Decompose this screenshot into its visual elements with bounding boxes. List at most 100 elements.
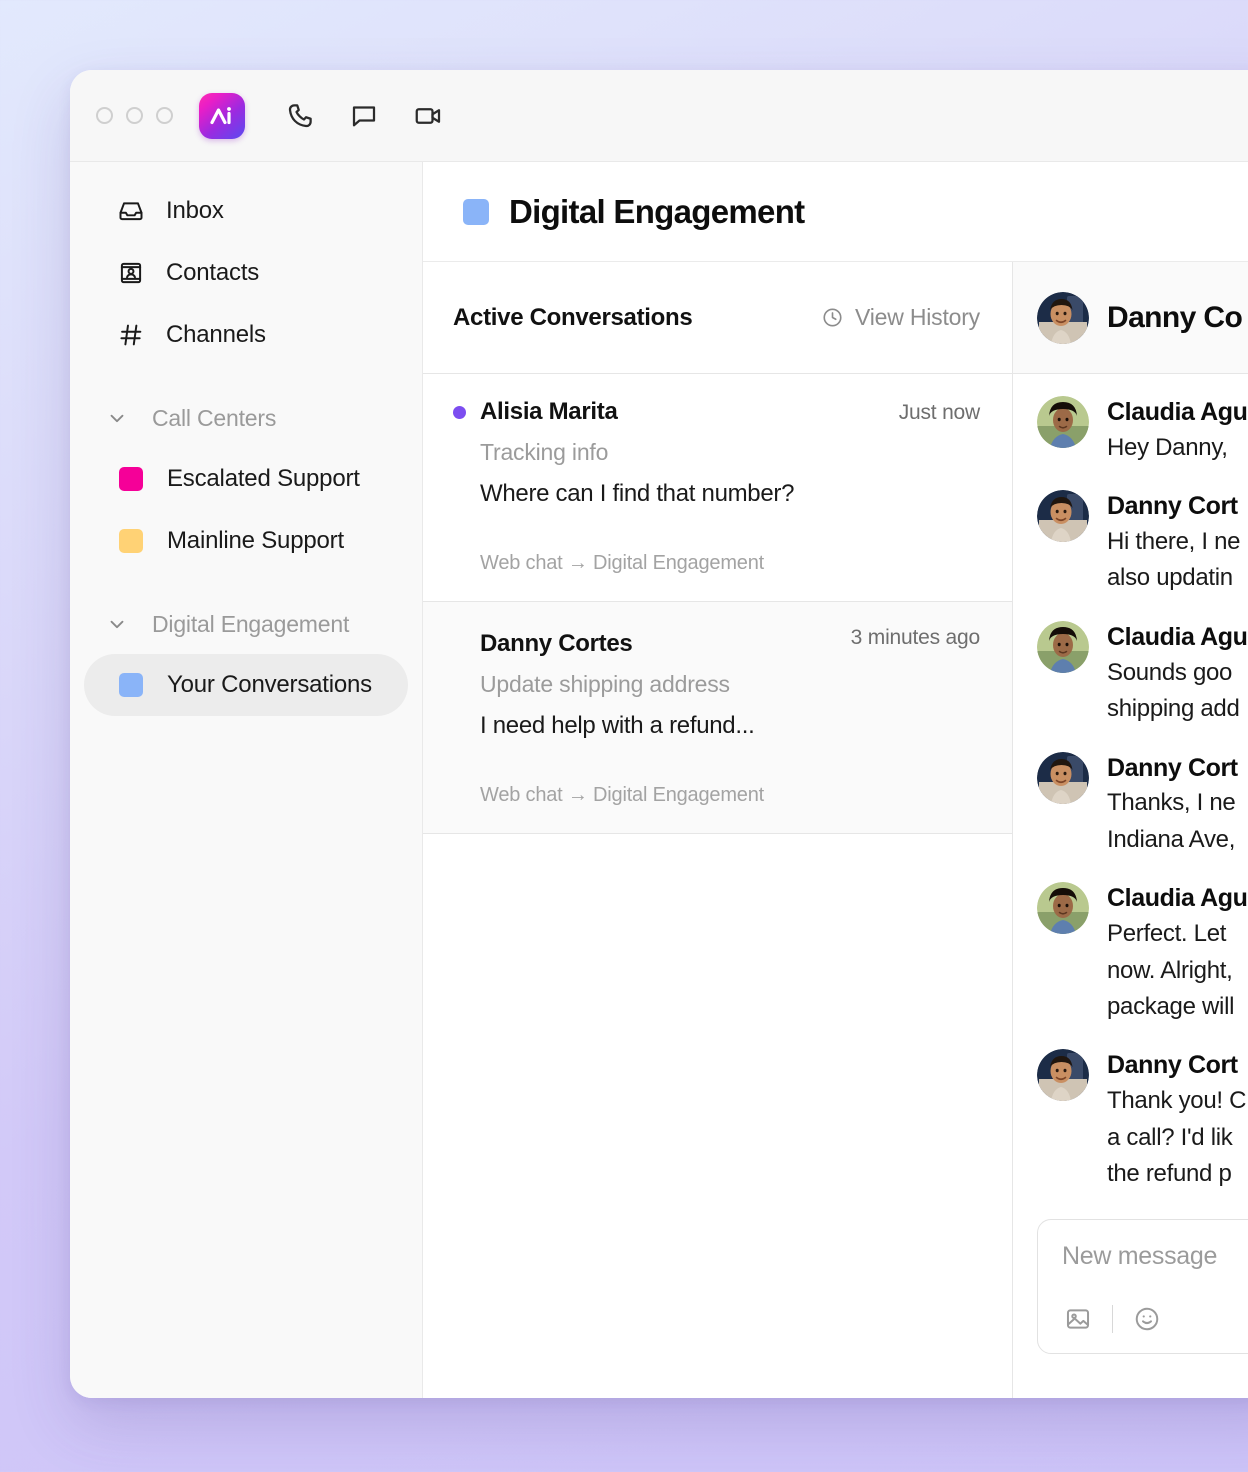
- conversation-timestamp: Just now: [898, 400, 980, 424]
- message-text: package will: [1107, 992, 1235, 1020]
- conversation-list-title: Active Conversations: [453, 303, 693, 331]
- conversation-list-pane: Active Conversations View History Alisia…: [423, 262, 1013, 1398]
- hash-icon: [116, 320, 146, 350]
- sidebar-group-label: Call Centers: [152, 404, 277, 431]
- conversation-list-item[interactable]: Danny Cortes 3 minutes ago Update shippi…: [423, 602, 1012, 834]
- sidebar-item-channels[interactable]: Channels: [84, 304, 408, 366]
- titlebar: [70, 70, 1248, 162]
- sidebar-item-label: Mainline Support: [167, 527, 344, 554]
- message-text: Hey Danny,: [1107, 433, 1228, 461]
- close-button[interactable]: [96, 107, 113, 124]
- page-title-swatch: [463, 198, 489, 225]
- message-body: Claudia Agu Perfect. Let now. Alright, p…: [1107, 882, 1248, 1025]
- sidebar-item-label: Contacts: [166, 259, 260, 286]
- avatar: [1037, 396, 1089, 448]
- message-text: the refund p: [1107, 1160, 1232, 1188]
- avatar: [1037, 490, 1089, 543]
- avatar: [1037, 620, 1089, 673]
- message-text: shipping add: [1107, 695, 1240, 723]
- contacts-icon: [116, 258, 146, 288]
- chat-header-contact-name: Danny Co: [1107, 300, 1243, 334]
- message-author: Danny Cort: [1107, 753, 1238, 782]
- message-item: Danny Cort Hi there, I ne also updatin: [1037, 490, 1248, 597]
- sidebar-item-label: Escalated Support: [167, 465, 360, 492]
- panes: Active Conversations View History Alisia…: [423, 262, 1248, 1398]
- conversation-subject: Update shipping address: [480, 671, 730, 697]
- page-header: Digital Engagement: [423, 162, 1248, 262]
- conversation-preview: Where can I find that number?: [480, 480, 795, 507]
- composer-toolbar: [1062, 1303, 1248, 1335]
- avatar: [1037, 882, 1089, 935]
- conversation-timestamp: 3 minutes ago: [850, 626, 981, 649]
- sidebar-group-call-centers[interactable]: Call Centers: [70, 388, 422, 448]
- conversation-preview: I need help with a refund...: [480, 712, 755, 739]
- color-swatch-escalated: [119, 467, 143, 491]
- message-author: Claudia Agu: [1107, 884, 1248, 913]
- minimize-button[interactable]: [126, 107, 143, 124]
- color-swatch-your-conversations: [119, 673, 143, 697]
- message-text: Thank you! C: [1107, 1087, 1247, 1115]
- window-controls: [96, 107, 173, 124]
- view-history-label: View History: [855, 304, 980, 330]
- image-icon[interactable]: [1062, 1303, 1094, 1335]
- avatar: [1037, 1049, 1089, 1102]
- composer-wrap: New message: [1013, 1219, 1248, 1398]
- app-logo-icon[interactable]: [199, 92, 245, 139]
- sidebar-item-label: Your Conversations: [167, 671, 372, 698]
- conversation-name-wrap: Danny Cortes: [453, 630, 633, 658]
- conversation-name: Danny Cortes: [480, 630, 633, 657]
- message-body: Claudia Agu Sounds goo shipping add: [1107, 621, 1248, 728]
- emoji-icon[interactable]: [1131, 1303, 1163, 1335]
- message-item: Claudia Agu Perfect. Let now. Alright, p…: [1037, 882, 1248, 1025]
- chat-icon[interactable]: [341, 93, 387, 139]
- sidebar-item-escalated-support[interactable]: Escalated Support: [84, 448, 408, 510]
- sidebar-item-mainline-support[interactable]: Mainline Support: [84, 510, 408, 572]
- message-list: Claudia Agu Hey Danny, Danny Cort Hi the…: [1013, 374, 1248, 1219]
- message-text: also updatin: [1107, 564, 1233, 592]
- message-text: Hi there, I ne: [1107, 527, 1241, 555]
- conversation-list-header: Active Conversations View History: [423, 262, 1012, 374]
- conversation-list-item[interactable]: Alisia Marita Just now Tracking info Whe…: [423, 374, 1012, 602]
- sidebar-item-label: Channels: [166, 321, 266, 348]
- view-history-button[interactable]: View History: [820, 304, 980, 331]
- sidebar-item-your-conversations[interactable]: Your Conversations: [84, 654, 408, 716]
- conversation-row-top: Danny Cortes 3 minutes ago: [453, 626, 980, 658]
- inbox-icon: [116, 196, 146, 226]
- message-body: Claudia Agu Hey Danny,: [1107, 396, 1248, 466]
- maximize-button[interactable]: [156, 107, 173, 124]
- avatar: [1037, 751, 1089, 804]
- message-item: Danny Cort Thanks, I ne Indiana Ave,: [1037, 751, 1248, 859]
- message-author: Claudia Agu: [1107, 398, 1248, 426]
- conversation-subject: Tracking info: [480, 439, 609, 465]
- message-text: a call? I'd lik: [1107, 1123, 1233, 1151]
- conversation-name: Alisia Marita: [480, 398, 618, 425]
- conversation-row-top: Alisia Marita Just now: [453, 398, 980, 426]
- video-icon[interactable]: [405, 93, 451, 139]
- conversation-list-empty-space: [423, 834, 1012, 1398]
- sidebar-item-contacts[interactable]: Contacts: [84, 242, 408, 304]
- message-author: Claudia Agu: [1107, 622, 1248, 651]
- conversation-channel-meta: Web chat → Digital Engagement: [480, 784, 764, 806]
- message-author: Danny Cort: [1107, 1051, 1238, 1080]
- message-item: Claudia Agu Hey Danny,: [1037, 396, 1248, 466]
- message-text: Thanks, I ne: [1107, 789, 1236, 817]
- message-body: Danny Cort Thank you! C a call? I'd lik …: [1107, 1049, 1246, 1192]
- sidebar: Inbox Contacts Channels Call Centers Esc…: [70, 162, 423, 1398]
- new-message-input[interactable]: New message: [1062, 1242, 1248, 1271]
- message-item: Danny Cort Thank you! C a call? I'd lik …: [1037, 1049, 1248, 1192]
- clock-icon: [820, 306, 844, 330]
- sidebar-item-inbox[interactable]: Inbox: [84, 180, 408, 242]
- phone-icon[interactable]: [277, 93, 323, 139]
- chevron-down-icon: [102, 403, 132, 433]
- message-text: now. Alright,: [1107, 956, 1233, 984]
- sidebar-group-label: Digital Engagement: [152, 610, 350, 637]
- message-text: Perfect. Let: [1107, 920, 1227, 948]
- sidebar-group-digital-engagement[interactable]: Digital Engagement: [70, 594, 422, 654]
- chevron-down-icon: [102, 609, 132, 639]
- message-item: Claudia Agu Sounds goo shipping add: [1037, 620, 1248, 728]
- content-area: Digital Engagement Active Conversations: [423, 162, 1248, 1398]
- color-swatch-mainline: [119, 529, 143, 553]
- conversation-channel-meta: Web chat → Digital Engagement: [480, 552, 764, 574]
- message-author: Danny Cort: [1107, 492, 1238, 521]
- message-composer[interactable]: New message: [1037, 1219, 1248, 1354]
